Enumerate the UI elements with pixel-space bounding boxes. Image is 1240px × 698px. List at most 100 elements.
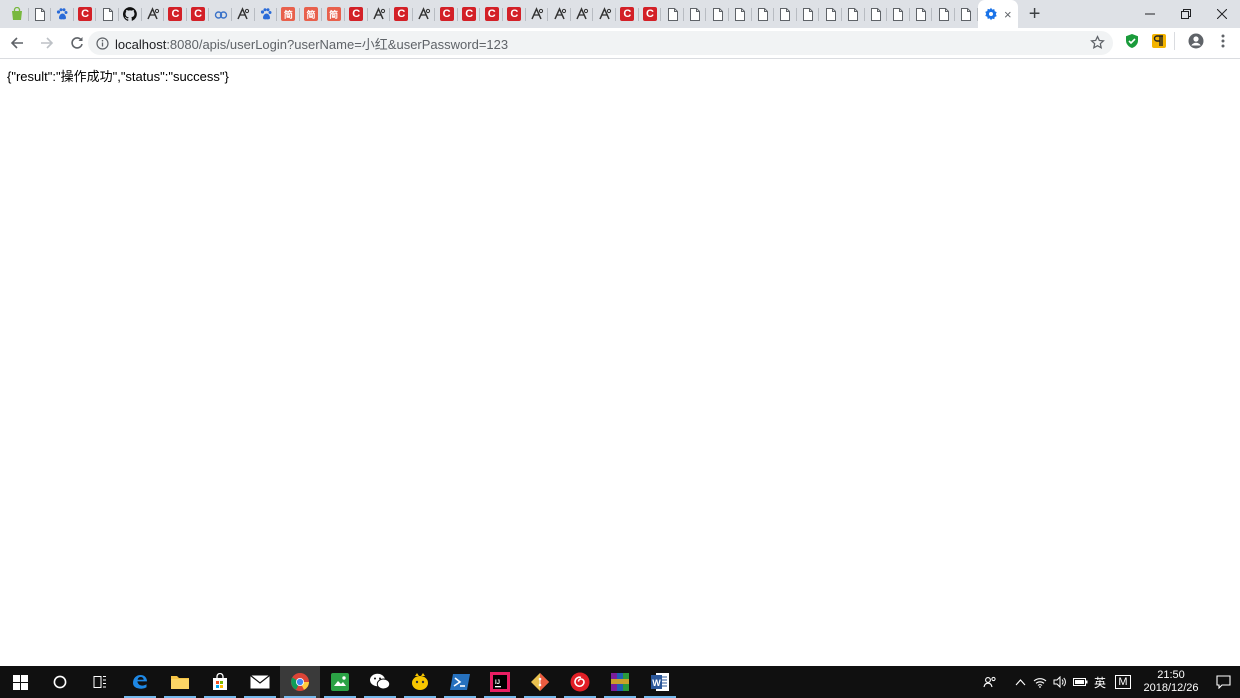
browser-tab[interactable]: C: [435, 0, 458, 28]
browser-tab[interactable]: [752, 0, 775, 28]
browser-tab[interactable]: [142, 0, 165, 28]
browser-tab[interactable]: C: [164, 0, 187, 28]
browser-tab[interactable]: 简: [322, 0, 345, 28]
action-center-button[interactable]: [1206, 675, 1240, 689]
browser-tab-active[interactable]: ×: [977, 0, 1018, 28]
browser-tab[interactable]: C: [345, 0, 368, 28]
minimize-button[interactable]: [1132, 0, 1168, 28]
new-tab-button[interactable]: +: [1020, 0, 1050, 28]
browser-tab[interactable]: [6, 0, 29, 28]
clock[interactable]: 21:50 2018/12/26: [1136, 669, 1206, 695]
chrome-app[interactable]: [280, 666, 320, 698]
reload-icon: [71, 37, 83, 49]
tab-close-icon[interactable]: ×: [1004, 7, 1012, 22]
profile-avatar-icon[interactable]: [1188, 33, 1204, 54]
browser-tab[interactable]: [819, 0, 842, 28]
browser-tab[interactable]: C: [639, 0, 662, 28]
doc-icon: [733, 7, 747, 21]
browser-tab[interactable]: C: [187, 0, 210, 28]
bookmark-star-icon[interactable]: [1090, 35, 1105, 55]
intellij-icon: IJ: [490, 672, 510, 692]
browser-tab[interactable]: [548, 0, 571, 28]
address-bar[interactable]: localhost:8080/apis/userLogin?userName=小…: [88, 31, 1113, 55]
browser-tab[interactable]: [932, 0, 955, 28]
store-icon: [211, 673, 229, 691]
browser-tab[interactable]: [910, 0, 933, 28]
intellij-app[interactable]: IJ: [480, 666, 520, 698]
ime-language-indicator[interactable]: 英: [1090, 674, 1110, 691]
browser-tab[interactable]: [955, 0, 978, 28]
cortana-button[interactable]: [40, 666, 80, 698]
browser-tab[interactable]: [842, 0, 865, 28]
toolbar-divider: [1174, 32, 1175, 50]
task-view-button[interactable]: [80, 666, 120, 698]
tab-strip: C C C 简简简 C C C C C C C C × +: [0, 0, 1240, 28]
back-button[interactable]: [4, 30, 30, 56]
word-app[interactable]: W: [640, 666, 680, 698]
yellow-app[interactable]: [400, 666, 440, 698]
close-window-button[interactable]: [1204, 0, 1240, 28]
browser-tab[interactable]: [729, 0, 752, 28]
menu-kebab-icon[interactable]: [1216, 33, 1230, 54]
browser-tab[interactable]: C: [390, 0, 413, 28]
store-app[interactable]: [200, 666, 240, 698]
people-icon[interactable]: [980, 675, 1000, 689]
file-explorer-app[interactable]: [160, 666, 200, 698]
browser-tab[interactable]: C: [503, 0, 526, 28]
browser-tab[interactable]: [706, 0, 729, 28]
browser-tab[interactable]: [209, 0, 232, 28]
browser-tab[interactable]: [29, 0, 52, 28]
start-button[interactable]: [0, 666, 40, 698]
volume-icon[interactable]: [1050, 676, 1070, 688]
netease-music-app[interactable]: [560, 666, 600, 698]
wechat-app[interactable]: [360, 666, 400, 698]
browser-tab[interactable]: C: [74, 0, 97, 28]
wifi-icon[interactable]: [1030, 676, 1050, 688]
restore-button[interactable]: [1168, 0, 1204, 28]
browser-tab[interactable]: 简: [300, 0, 323, 28]
browser-tab[interactable]: C: [458, 0, 481, 28]
browser-tab[interactable]: [865, 0, 888, 28]
windows-taskbar: IJ W 英 M 21:50 2018/12/26: [0, 666, 1240, 698]
paragraph-extension-icon[interactable]: [1151, 33, 1167, 54]
browser-tab[interactable]: [774, 0, 797, 28]
chevron-up-icon[interactable]: [1010, 678, 1030, 686]
green-app-icon: [330, 672, 350, 692]
browser-tab[interactable]: [887, 0, 910, 28]
battery-icon[interactable]: [1070, 677, 1090, 687]
browser-tab[interactable]: [255, 0, 278, 28]
browser-tab[interactable]: [96, 0, 119, 28]
git-app[interactable]: [520, 666, 560, 698]
browser-tab[interactable]: [797, 0, 820, 28]
winrar-app[interactable]: [600, 666, 640, 698]
ime-mode-indicator[interactable]: M: [1110, 675, 1136, 689]
minimize-icon: [1145, 13, 1155, 15]
doc-icon: [914, 7, 928, 21]
browser-tab[interactable]: [571, 0, 594, 28]
wechat-icon: [369, 672, 391, 692]
window-controls: [1132, 0, 1240, 28]
paw-icon: [55, 7, 69, 21]
browser-tab[interactable]: [368, 0, 391, 28]
browser-tab[interactable]: [232, 0, 255, 28]
shield-extension-icon[interactable]: [1124, 33, 1140, 54]
browser-tab[interactable]: [413, 0, 436, 28]
browser-tab[interactable]: [119, 0, 142, 28]
mail-app[interactable]: [240, 666, 280, 698]
edge-app[interactable]: [120, 666, 160, 698]
browser-tab[interactable]: [51, 0, 74, 28]
powershell-app[interactable]: [440, 666, 480, 698]
arrow-left-icon: [10, 37, 23, 49]
browser-tab[interactable]: [593, 0, 616, 28]
info-icon[interactable]: [95, 36, 109, 50]
browser-tab[interactable]: [526, 0, 549, 28]
reload-button[interactable]: [64, 30, 90, 56]
forward-button[interactable]: [34, 30, 60, 56]
browser-tab[interactable]: C: [480, 0, 503, 28]
c-red-icon: C: [507, 7, 522, 21]
browser-tab[interactable]: [684, 0, 707, 28]
browser-tab[interactable]: [661, 0, 684, 28]
green-app[interactable]: [320, 666, 360, 698]
browser-tab[interactable]: C: [616, 0, 639, 28]
browser-tab[interactable]: 简: [277, 0, 300, 28]
